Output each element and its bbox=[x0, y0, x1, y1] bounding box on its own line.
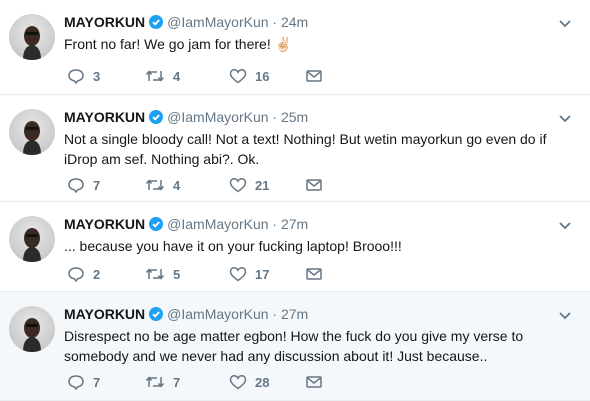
verified-badge-icon bbox=[149, 15, 164, 33]
author-handle[interactable]: @IamMayorKun bbox=[167, 14, 268, 30]
retweet-icon bbox=[145, 177, 165, 193]
avatar[interactable] bbox=[9, 109, 55, 155]
verified-badge-icon bbox=[149, 307, 164, 325]
like-button[interactable]: 21 bbox=[229, 176, 269, 194]
author-handle[interactable]: @IamMayorKun bbox=[167, 306, 268, 322]
author-handle[interactable]: @IamMayorKun bbox=[167, 109, 268, 125]
like-count: 16 bbox=[255, 68, 270, 84]
retweet-count: 4 bbox=[173, 68, 181, 84]
envelope-icon bbox=[305, 177, 323, 193]
retweet-count: 4 bbox=[173, 177, 181, 193]
retweet-button[interactable]: 4 bbox=[145, 176, 180, 194]
tweet-header: MAYORKUN @IamMayorKun · 24m bbox=[64, 13, 308, 33]
tweet-text: ... because you have it on your fucking … bbox=[64, 238, 402, 254]
tweet-actions: 7 4 21 bbox=[64, 176, 364, 194]
separator-dot: · bbox=[272, 14, 278, 30]
like-count: 28 bbox=[255, 374, 270, 390]
reply-icon bbox=[67, 374, 85, 390]
timestamp[interactable]: 27m bbox=[281, 306, 308, 322]
tweet-text: Not a single bloody call! Not a text! No… bbox=[64, 131, 547, 167]
reply-button[interactable]: 7 bbox=[67, 373, 100, 391]
heart-icon bbox=[229, 374, 247, 390]
author-name[interactable]: MAYORKUN bbox=[64, 216, 145, 232]
tweet-header: MAYORKUN @IamMayorKun · 27m bbox=[64, 215, 308, 235]
reply-count: 3 bbox=[93, 68, 101, 84]
retweet-count: 5 bbox=[173, 266, 181, 282]
chevron-down-icon[interactable] bbox=[558, 111, 572, 123]
retweet-icon bbox=[145, 266, 165, 282]
dm-button[interactable] bbox=[305, 265, 323, 283]
separator-dot: · bbox=[272, 306, 278, 322]
dm-button[interactable] bbox=[305, 373, 323, 391]
tweet-text: Disrespect no be age matter egbon! How t… bbox=[64, 328, 524, 364]
like-button[interactable]: 16 bbox=[229, 67, 269, 85]
tweet-actions: 2 5 17 bbox=[64, 265, 364, 283]
reply-count: 7 bbox=[93, 177, 101, 193]
heart-icon bbox=[229, 266, 247, 282]
reply-icon bbox=[67, 266, 85, 282]
avatar[interactable] bbox=[9, 14, 55, 60]
chevron-down-icon[interactable] bbox=[558, 218, 572, 230]
verified-badge-icon bbox=[149, 217, 164, 235]
reply-button[interactable]: 2 bbox=[67, 265, 100, 283]
reply-count: 2 bbox=[93, 266, 101, 282]
tweet[interactable]: MAYORKUN @IamMayorKun · 27m ... because y… bbox=[0, 202, 590, 292]
tweet-text: Front no far! We go jam for there! ✌🏻 bbox=[64, 36, 293, 52]
reply-icon bbox=[67, 68, 85, 84]
tweet[interactable]: MAYORKUN @IamMayorKun · 25m Not a single … bbox=[0, 95, 590, 202]
retweet-count: 7 bbox=[173, 374, 181, 390]
separator-dot: · bbox=[272, 109, 278, 125]
reply-button[interactable]: 3 bbox=[67, 67, 100, 85]
tweet[interactable]: MAYORKUN @IamMayorKun · 27m Disrespect no… bbox=[0, 292, 590, 401]
heart-icon bbox=[229, 68, 247, 84]
like-button[interactable]: 17 bbox=[229, 265, 269, 283]
avatar[interactable] bbox=[9, 216, 55, 262]
like-count: 21 bbox=[255, 177, 270, 193]
timestamp[interactable]: 27m bbox=[281, 216, 308, 232]
tweet-header: MAYORKUN @IamMayorKun · 25m bbox=[64, 108, 308, 128]
like-button[interactable]: 28 bbox=[229, 373, 269, 391]
retweet-button[interactable]: 5 bbox=[145, 265, 180, 283]
envelope-icon bbox=[305, 68, 323, 84]
author-handle[interactable]: @IamMayorKun bbox=[167, 216, 268, 232]
reply-icon bbox=[67, 177, 85, 193]
dm-button[interactable] bbox=[305, 176, 323, 194]
like-count: 17 bbox=[255, 266, 270, 282]
reply-button[interactable]: 7 bbox=[67, 176, 100, 194]
author-name[interactable]: MAYORKUN bbox=[64, 306, 145, 322]
verified-badge-icon bbox=[149, 110, 164, 128]
envelope-icon bbox=[305, 266, 323, 282]
avatar[interactable] bbox=[9, 306, 55, 352]
author-name[interactable]: MAYORKUN bbox=[64, 109, 145, 125]
separator-dot: · bbox=[272, 216, 278, 232]
reply-count: 7 bbox=[93, 374, 101, 390]
author-name[interactable]: MAYORKUN bbox=[64, 14, 145, 30]
chevron-down-icon[interactable] bbox=[558, 308, 572, 320]
tweet-actions: 7 7 28 bbox=[64, 373, 364, 391]
tweet-actions: 3 4 16 bbox=[64, 67, 364, 85]
chevron-down-icon[interactable] bbox=[558, 16, 572, 28]
envelope-icon bbox=[305, 374, 323, 390]
tweet[interactable]: MAYORKUN @IamMayorKun · 24m Front no far!… bbox=[0, 0, 590, 95]
retweet-button[interactable]: 7 bbox=[145, 373, 180, 391]
retweet-icon bbox=[145, 68, 165, 84]
heart-icon bbox=[229, 177, 247, 193]
tweet-header: MAYORKUN @IamMayorKun · 27m bbox=[64, 305, 308, 325]
timestamp[interactable]: 25m bbox=[281, 109, 308, 125]
timestamp[interactable]: 24m bbox=[281, 14, 308, 30]
retweet-button[interactable]: 4 bbox=[145, 67, 180, 85]
retweet-icon bbox=[145, 374, 165, 390]
dm-button[interactable] bbox=[305, 67, 323, 85]
